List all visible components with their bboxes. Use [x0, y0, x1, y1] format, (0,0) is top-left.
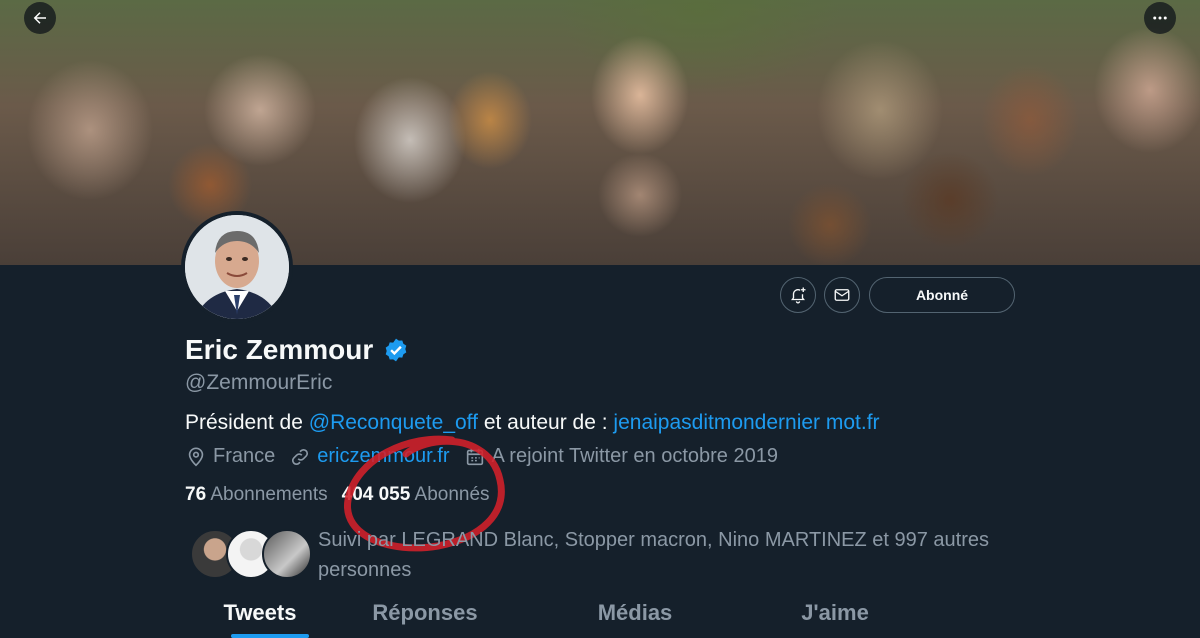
tab-tweets[interactable]: Tweets: [185, 598, 335, 638]
location-text: France: [213, 445, 276, 467]
tab-likes[interactable]: J'aime: [755, 598, 915, 638]
calendar-icon: [466, 448, 483, 465]
bio-text: et auteur de :: [477, 411, 614, 434]
profile-meta: France ericzemmour.fr A rejoint Twitter …: [185, 445, 792, 468]
followed-by-avatars: [190, 525, 312, 581]
bio-website-link[interactable]: jenaipasditmondernier mot.fr: [613, 411, 879, 434]
followers-count: 404 055: [341, 484, 411, 505]
followed-by-row[interactable]: Suivi par LEGRAND Blanc, Stopper macron,…: [190, 525, 1038, 585]
message-button[interactable]: [824, 277, 860, 313]
tab-media[interactable]: Médias: [515, 598, 755, 638]
profile-banner[interactable]: [0, 0, 1200, 265]
tab-replies[interactable]: Réponses: [335, 598, 515, 638]
avatar: [262, 529, 312, 579]
followers-stat[interactable]: 404 055 Abonnés: [342, 484, 490, 506]
arrow-left-icon: [33, 12, 46, 24]
profile-avatar[interactable]: [181, 211, 293, 323]
user-handle: @ZemmourEric: [185, 371, 333, 394]
bio-mention-link[interactable]: @Reconquete_off: [309, 411, 478, 434]
profile-bio: Président de @Reconquete_off et auteur d…: [185, 411, 880, 435]
bell-plus-icon: [791, 287, 806, 304]
display-name: Eric Zemmour: [185, 334, 374, 365]
more-options-button[interactable]: [1144, 2, 1176, 34]
following-stat[interactable]: 76 Abonnements: [185, 484, 328, 506]
followed-by-text: Suivi par LEGRAND Blanc, Stopper macron,…: [318, 529, 990, 581]
website-link[interactable]: ericzemmour.fr: [317, 445, 449, 468]
profile-stats: 76 Abonnements 404 055 Abonnés: [185, 484, 504, 506]
join-date-text: A rejoint Twitter en octobre 2019: [491, 445, 778, 467]
followers-label: Abonnés: [414, 484, 490, 505]
location-pin-icon: [188, 446, 204, 466]
verified-badge-icon: [385, 338, 407, 362]
notifications-button[interactable]: [780, 277, 816, 313]
back-button[interactable]: [24, 2, 56, 34]
location: France: [185, 445, 275, 468]
join-date: A rejoint Twitter en octobre 2019: [464, 445, 778, 468]
website: ericzemmour.fr: [289, 445, 450, 468]
avatar-image: [185, 215, 289, 319]
following-count: 76: [185, 484, 207, 505]
following-button[interactable]: Abonné: [869, 277, 1015, 313]
following-label: Abonnements: [210, 484, 328, 505]
envelope-icon: [834, 289, 850, 301]
name-row: Eric Zemmour: [185, 334, 409, 366]
bio-text: Président de: [185, 411, 309, 434]
ellipsis-icon: [1153, 16, 1167, 20]
profile-tabs: Tweets Réponses Médias J'aime: [185, 598, 1015, 638]
link-icon: [292, 448, 309, 465]
